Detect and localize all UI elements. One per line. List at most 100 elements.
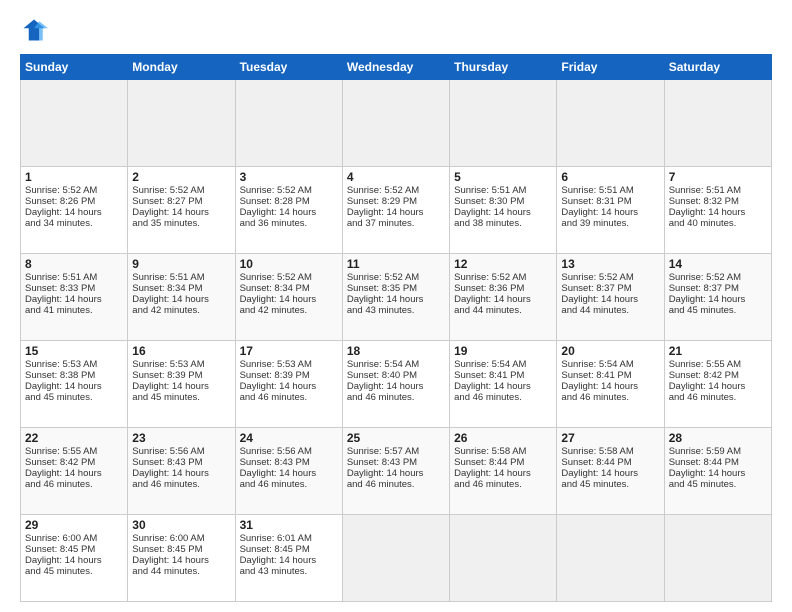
sunset-label: Sunset: 8:41 PM: [454, 370, 524, 381]
daylight-minutes: and 46 minutes.: [132, 479, 200, 490]
calendar-cell: 22 Sunrise: 5:55 AM Sunset: 8:42 PM Dayl…: [21, 428, 128, 515]
daylight-minutes: and 46 minutes.: [240, 479, 308, 490]
daylight-minutes: and 37 minutes.: [347, 218, 415, 229]
calendar-cell: 7 Sunrise: 5:51 AM Sunset: 8:32 PM Dayli…: [664, 167, 771, 254]
daylight-label: Daylight: 14 hours: [669, 381, 746, 392]
calendar-cell: [128, 80, 235, 167]
daylight-label: Daylight: 14 hours: [132, 207, 209, 218]
sunset-label: Sunset: 8:45 PM: [240, 544, 310, 555]
calendar-cell: 28 Sunrise: 5:59 AM Sunset: 8:44 PM Dayl…: [664, 428, 771, 515]
calendar-cell: 15 Sunrise: 5:53 AM Sunset: 8:38 PM Dayl…: [21, 341, 128, 428]
calendar-cell: 12 Sunrise: 5:52 AM Sunset: 8:36 PM Dayl…: [450, 254, 557, 341]
sunset-label: Sunset: 8:45 PM: [132, 544, 202, 555]
calendar-cell: 9 Sunrise: 5:51 AM Sunset: 8:34 PM Dayli…: [128, 254, 235, 341]
calendar-cell: [664, 515, 771, 602]
sunrise-label: Sunrise: 5:54 AM: [347, 359, 419, 370]
calendar-cell: 5 Sunrise: 5:51 AM Sunset: 8:30 PM Dayli…: [450, 167, 557, 254]
day-number: 10: [240, 257, 338, 271]
sunset-label: Sunset: 8:44 PM: [454, 457, 524, 468]
daylight-minutes: and 36 minutes.: [240, 218, 308, 229]
page: SundayMondayTuesdayWednesdayThursdayFrid…: [0, 0, 792, 612]
calendar-cell: [342, 515, 449, 602]
sunrise-label: Sunrise: 5:51 AM: [25, 272, 97, 283]
day-number: 22: [25, 431, 123, 445]
daylight-label: Daylight: 14 hours: [347, 294, 424, 305]
day-number: 1: [25, 170, 123, 184]
sunrise-label: Sunrise: 5:59 AM: [669, 446, 741, 457]
sunset-label: Sunset: 8:39 PM: [132, 370, 202, 381]
calendar-week-row: 15 Sunrise: 5:53 AM Sunset: 8:38 PM Dayl…: [21, 341, 772, 428]
day-number: 20: [561, 344, 659, 358]
calendar-day-header: Thursday: [450, 55, 557, 80]
sunrise-label: Sunrise: 5:52 AM: [132, 185, 204, 196]
sunset-label: Sunset: 8:41 PM: [561, 370, 631, 381]
day-number: 6: [561, 170, 659, 184]
calendar-week-row: 1 Sunrise: 5:52 AM Sunset: 8:26 PM Dayli…: [21, 167, 772, 254]
daylight-label: Daylight: 14 hours: [240, 555, 317, 566]
daylight-label: Daylight: 14 hours: [240, 381, 317, 392]
calendar-table: SundayMondayTuesdayWednesdayThursdayFrid…: [20, 54, 772, 602]
day-number: 24: [240, 431, 338, 445]
calendar-cell: 11 Sunrise: 5:52 AM Sunset: 8:35 PM Dayl…: [342, 254, 449, 341]
daylight-minutes: and 43 minutes.: [240, 566, 308, 577]
daylight-minutes: and 46 minutes.: [669, 392, 737, 403]
calendar-cell: 21 Sunrise: 5:55 AM Sunset: 8:42 PM Dayl…: [664, 341, 771, 428]
sunset-label: Sunset: 8:42 PM: [25, 457, 95, 468]
calendar-week-row: 22 Sunrise: 5:55 AM Sunset: 8:42 PM Dayl…: [21, 428, 772, 515]
day-number: 25: [347, 431, 445, 445]
calendar-day-header: Wednesday: [342, 55, 449, 80]
calendar-week-row: 29 Sunrise: 6:00 AM Sunset: 8:45 PM Dayl…: [21, 515, 772, 602]
calendar-header-row: SundayMondayTuesdayWednesdayThursdayFrid…: [21, 55, 772, 80]
sunset-label: Sunset: 8:44 PM: [561, 457, 631, 468]
daylight-minutes: and 46 minutes.: [240, 392, 308, 403]
calendar-cell: 20 Sunrise: 5:54 AM Sunset: 8:41 PM Dayl…: [557, 341, 664, 428]
daylight-label: Daylight: 14 hours: [454, 294, 531, 305]
calendar-cell: 18 Sunrise: 5:54 AM Sunset: 8:40 PM Dayl…: [342, 341, 449, 428]
calendar-cell: 10 Sunrise: 5:52 AM Sunset: 8:34 PM Dayl…: [235, 254, 342, 341]
calendar-cell: 27 Sunrise: 5:58 AM Sunset: 8:44 PM Dayl…: [557, 428, 664, 515]
day-number: 23: [132, 431, 230, 445]
sunrise-label: Sunrise: 5:52 AM: [240, 185, 312, 196]
sunrise-label: Sunrise: 6:00 AM: [132, 533, 204, 544]
daylight-minutes: and 40 minutes.: [669, 218, 737, 229]
calendar-week-row: 8 Sunrise: 5:51 AM Sunset: 8:33 PM Dayli…: [21, 254, 772, 341]
calendar-cell: 8 Sunrise: 5:51 AM Sunset: 8:33 PM Dayli…: [21, 254, 128, 341]
calendar-cell: 25 Sunrise: 5:57 AM Sunset: 8:43 PM Dayl…: [342, 428, 449, 515]
day-number: 17: [240, 344, 338, 358]
daylight-label: Daylight: 14 hours: [25, 555, 102, 566]
calendar-cell: 1 Sunrise: 5:52 AM Sunset: 8:26 PM Dayli…: [21, 167, 128, 254]
day-number: 5: [454, 170, 552, 184]
calendar-cell: 3 Sunrise: 5:52 AM Sunset: 8:28 PM Dayli…: [235, 167, 342, 254]
day-number: 2: [132, 170, 230, 184]
day-number: 13: [561, 257, 659, 271]
daylight-minutes: and 46 minutes.: [25, 479, 93, 490]
day-number: 15: [25, 344, 123, 358]
sunrise-label: Sunrise: 6:00 AM: [25, 533, 97, 544]
sunrise-label: Sunrise: 5:57 AM: [347, 446, 419, 457]
sunset-label: Sunset: 8:27 PM: [132, 196, 202, 207]
day-number: 26: [454, 431, 552, 445]
sunrise-label: Sunrise: 5:52 AM: [347, 272, 419, 283]
calendar-day-header: Sunday: [21, 55, 128, 80]
sunrise-label: Sunrise: 5:52 AM: [561, 272, 633, 283]
calendar-cell: 13 Sunrise: 5:52 AM Sunset: 8:37 PM Dayl…: [557, 254, 664, 341]
sunrise-label: Sunrise: 5:55 AM: [25, 446, 97, 457]
sunset-label: Sunset: 8:37 PM: [669, 283, 739, 294]
calendar-cell: 19 Sunrise: 5:54 AM Sunset: 8:41 PM Dayl…: [450, 341, 557, 428]
logo-icon: [20, 16, 48, 44]
daylight-label: Daylight: 14 hours: [561, 294, 638, 305]
daylight-minutes: and 46 minutes.: [347, 479, 415, 490]
calendar-cell: [450, 515, 557, 602]
daylight-label: Daylight: 14 hours: [669, 207, 746, 218]
daylight-label: Daylight: 14 hours: [561, 207, 638, 218]
daylight-label: Daylight: 14 hours: [347, 468, 424, 479]
sunrise-label: Sunrise: 5:54 AM: [561, 359, 633, 370]
daylight-minutes: and 42 minutes.: [132, 305, 200, 316]
sunrise-label: Sunrise: 5:56 AM: [132, 446, 204, 457]
calendar-week-row: [21, 80, 772, 167]
daylight-minutes: and 45 minutes.: [669, 305, 737, 316]
sunrise-label: Sunrise: 5:53 AM: [25, 359, 97, 370]
daylight-minutes: and 44 minutes.: [454, 305, 522, 316]
daylight-minutes: and 45 minutes.: [25, 392, 93, 403]
daylight-minutes: and 44 minutes.: [132, 566, 200, 577]
